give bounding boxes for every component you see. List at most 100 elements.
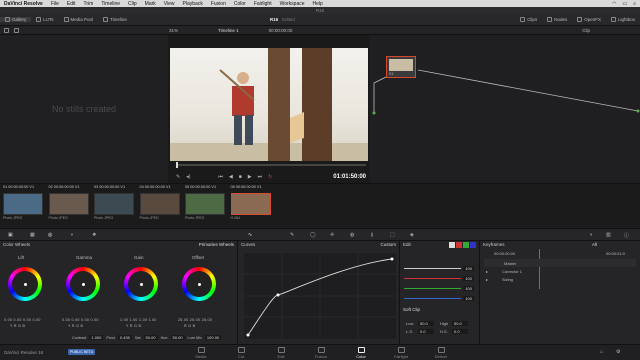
ls-value[interactable]: 0.0 [418, 329, 434, 334]
timeline-button[interactable]: Timeline [98, 17, 132, 22]
clip-thumbnail[interactable] [3, 193, 43, 215]
curve-graph[interactable] [244, 253, 396, 339]
keyframes-filter[interactable]: All [592, 242, 597, 248]
menu-fusion[interactable]: Fusion [211, 1, 226, 7]
sat-value[interactable]: 50.00 [143, 335, 158, 340]
corrector-node[interactable]: 01 [386, 56, 416, 78]
3d-icon[interactable]: ◈ [410, 232, 414, 238]
curve-point-mid[interactable] [276, 293, 280, 297]
app-menu[interactable]: DaVinci Resolve [4, 1, 43, 7]
page-deliver[interactable]: Deliver [426, 347, 456, 359]
pivot-value[interactable]: 0.435 [117, 335, 132, 340]
menu-fairlight[interactable]: Fairlight [254, 1, 272, 7]
pen-icon[interactable]: ✎ [176, 174, 180, 180]
menu-workspace[interactable]: Workspace [280, 1, 305, 7]
toggle-icon[interactable]: ◐ [590, 232, 593, 238]
motion-effects-icon[interactable]: ❖ [92, 232, 96, 238]
blur-icon[interactable]: ◍ [350, 232, 354, 238]
curve-point-black[interactable] [246, 333, 250, 337]
key-icon[interactable]: ⚷ [370, 232, 374, 238]
wheel-values[interactable]: 0.00 0.00 0.00 0.00 [4, 318, 41, 322]
menu-file[interactable]: File [51, 1, 59, 7]
page-media[interactable]: Media [186, 347, 216, 359]
curve-point-white[interactable] [390, 257, 394, 261]
tracker-icon[interactable]: ✛ [330, 232, 334, 238]
wheel-center-handle[interactable] [139, 282, 143, 286]
home-icon[interactable]: ⌂ [600, 349, 603, 355]
wheel-center-handle[interactable] [81, 282, 85, 286]
wheel-center-handle[interactable] [23, 282, 27, 286]
keyframe-row-corrector[interactable]: ▸ Corrector 1 [484, 267, 636, 275]
menu-help[interactable]: Help [313, 1, 323, 7]
loop-button[interactable]: ↻ [268, 174, 272, 180]
window-icon[interactable]: ◯ [310, 232, 316, 238]
wheel-values[interactable]: 1.00 1.00 1.00 1.00 [120, 318, 157, 322]
menu-mark[interactable]: Mark [145, 1, 156, 7]
sizing-icon[interactable]: ⬚ [390, 232, 395, 238]
settings-icon[interactable]: ⚙ [616, 349, 620, 355]
color-wheels-icon[interactable]: ◎ [48, 232, 52, 238]
gallery-button[interactable]: Gallery [0, 17, 32, 22]
menu-trim[interactable]: Trim [84, 1, 94, 7]
page-fusion[interactable]: Fusion [306, 347, 336, 359]
channel-g-button[interactable] [463, 242, 469, 248]
intensity-b[interactable]: 100 [463, 295, 474, 301]
keyframe-row-master[interactable]: Master [484, 259, 636, 267]
info-icon[interactable]: ⓘ [624, 232, 629, 239]
clip-thumbnail[interactable] [94, 193, 134, 215]
openfx-button[interactable]: OpenFX [572, 17, 606, 22]
channel-r-button[interactable] [456, 242, 462, 248]
curves-icon[interactable]: ∿ [248, 232, 252, 238]
intensity-y[interactable]: 100 [463, 265, 474, 271]
rgb-mixer-icon[interactable]: ◑ [70, 232, 73, 238]
viewer-scrubber[interactable] [176, 162, 366, 168]
page-cut[interactable]: Cut [226, 347, 256, 359]
timeline-dropdown[interactable]: Timeline 1 [218, 28, 239, 33]
wheel-center-handle[interactable] [197, 282, 201, 286]
page-edit[interactable]: Edit [266, 347, 296, 359]
menu-timeline[interactable]: Timeline [101, 1, 120, 7]
high-value[interactable]: 50.0 [452, 321, 468, 326]
wheel-values[interactable]: 25.00 25.00 25.00 [178, 318, 212, 322]
page-color[interactable]: Color [346, 347, 376, 359]
channel-y-button[interactable] [449, 242, 455, 248]
intensity-r[interactable]: 100 [463, 275, 474, 281]
play-button[interactable]: ▶ [248, 174, 252, 180]
lightbox-button[interactable]: Lightbox [606, 17, 640, 22]
grid-view-icon[interactable] [4, 27, 9, 33]
luts-button[interactable]: LUTs [31, 17, 58, 22]
playhead[interactable] [176, 162, 178, 168]
keyframe-row-sizing[interactable]: ▸ Sizing [484, 275, 636, 283]
previous-clip-button[interactable]: ⏮ [218, 174, 223, 180]
next-clip-button[interactable]: ⏭ [258, 174, 263, 180]
qualifier-icon[interactable]: ✎ [290, 232, 294, 238]
menu-view[interactable]: View [164, 1, 175, 7]
expand-arrow-icon[interactable]: ▸ [486, 277, 488, 282]
expand-arrow-icon[interactable]: ▸ [486, 269, 488, 274]
page-fairlight[interactable]: Fairlight [386, 347, 416, 359]
clip-thumbnail[interactable] [139, 193, 180, 215]
stop-button[interactable]: ■ [239, 174, 242, 180]
low-value[interactable]: 50.0 [418, 321, 434, 326]
search-icon[interactable]: ⌕ [633, 1, 636, 7]
curves-mode-dropdown[interactable]: Custom [380, 242, 396, 248]
lummix-value[interactable]: 100.00 [204, 335, 222, 340]
menu-edit[interactable]: Edit [67, 1, 76, 7]
wheel-values[interactable]: 0.00 0.00 0.00 0.00 [62, 318, 99, 322]
clip-thumbnail[interactable] [48, 193, 89, 215]
menu-color[interactable]: Color [234, 1, 246, 7]
clip-thumbnail[interactable] [185, 193, 225, 215]
menu-clip[interactable]: Clip [128, 1, 137, 7]
clips-button[interactable]: Clips [515, 17, 542, 22]
zoom-level[interactable]: 31% [169, 28, 178, 33]
audio-icon[interactable]: ◂) [186, 174, 190, 180]
clip-thumbnail[interactable] [230, 193, 271, 215]
camera-raw-icon[interactable]: ▣ [8, 232, 13, 238]
list-view-icon[interactable] [14, 27, 19, 33]
hs-value[interactable]: 0.0 [452, 329, 468, 334]
media-pool-button[interactable]: Media Pool [59, 17, 99, 22]
scopes-icon[interactable]: ▥ [606, 232, 611, 238]
hue-value[interactable]: 50.00 [170, 335, 185, 340]
color-match-icon[interactable]: ▦ [30, 232, 35, 238]
channel-b-button[interactable] [470, 242, 476, 248]
